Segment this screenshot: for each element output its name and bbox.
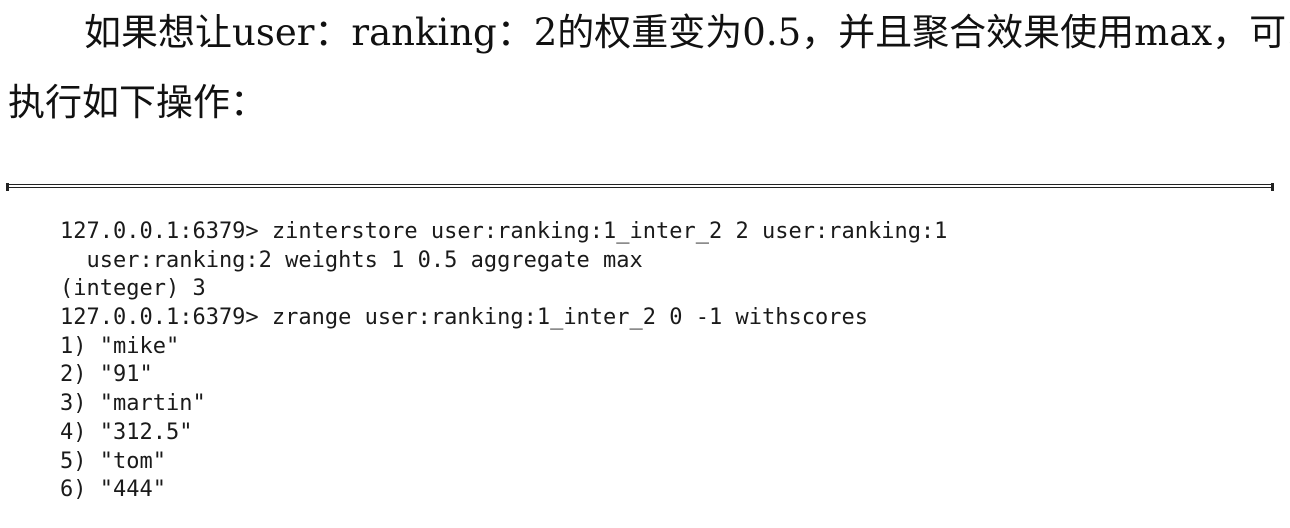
code-line: 3) "martin" — [60, 391, 206, 417]
code-line: 127.0.0.1:6379> zrange user:ranking:1_in… — [60, 305, 868, 331]
code-line: 4) "312.5" — [60, 419, 193, 445]
code-line: 1) "mike" — [60, 333, 180, 359]
paragraph-line: 执行如下操作： — [8, 81, 267, 124]
code-line: 5) "tom" — [60, 448, 166, 474]
code-line: user:ranking:2 weights 1 0.5 aggregate m… — [60, 247, 643, 273]
code-block: 127.0.0.1:6379> zinterstore user:ranking… — [60, 218, 947, 505]
code-line: 2) "91" — [60, 362, 153, 388]
code-line: 6) "444" — [60, 477, 166, 503]
paragraph-line: 如果想让user：ranking：2的权重变为0.5，并且聚合效果使用max，可… — [84, 11, 1290, 54]
body-paragraph: 如果想让user：ranking：2的权重变为0.5，并且聚合效果使用max，可… — [8, 0, 1290, 140]
code-line: (integer) 3 — [60, 276, 206, 302]
code-block-top-rule — [6, 183, 1274, 191]
code-line: 127.0.0.1:6379> zinterstore user:ranking… — [60, 219, 948, 244]
